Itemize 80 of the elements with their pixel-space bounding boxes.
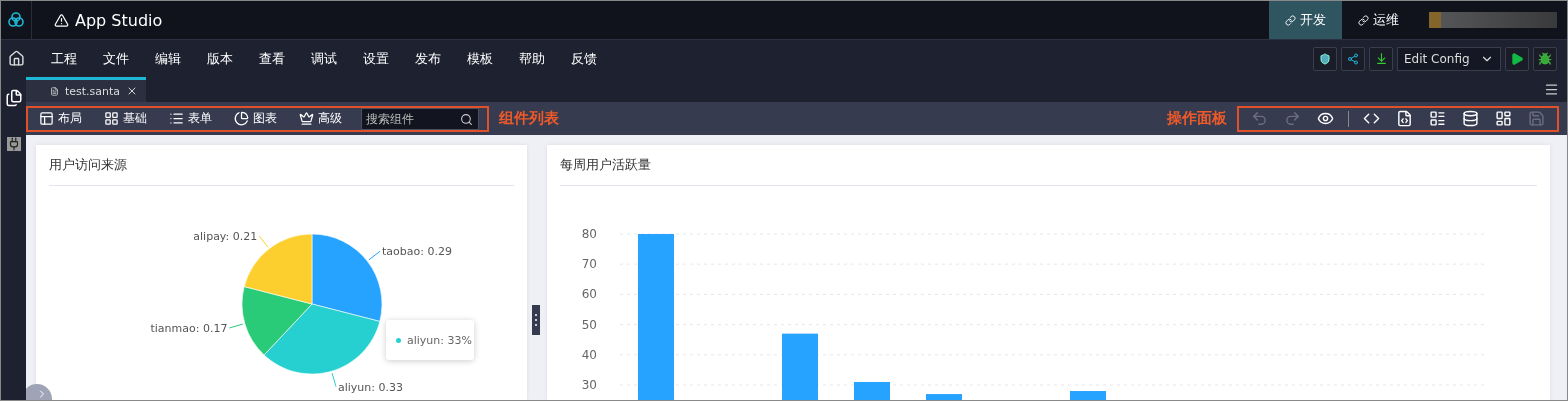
menu-item[interactable]: 反馈 bbox=[558, 43, 610, 74]
leader-line bbox=[331, 372, 337, 388]
component-category[interactable]: 图表 bbox=[223, 110, 288, 127]
layout-icon bbox=[39, 111, 54, 126]
share-button[interactable] bbox=[1341, 46, 1365, 71]
component-category[interactable]: 表单 bbox=[158, 110, 223, 127]
menu-item[interactable]: 设置 bbox=[350, 43, 402, 74]
file-icon bbox=[50, 86, 59, 96]
close-icon[interactable] bbox=[126, 85, 138, 97]
mode-tab[interactable]: 运维 bbox=[1342, 1, 1415, 39]
leader-line bbox=[228, 323, 244, 329]
axis-tick-label: 60 bbox=[581, 287, 597, 302]
slice-label: tianmao: 0.17 bbox=[150, 322, 228, 335]
preview-icon bbox=[1317, 110, 1334, 127]
search-icon[interactable] bbox=[460, 112, 473, 126]
slice-label: taobao: 0.29 bbox=[381, 245, 452, 259]
redo-icon bbox=[1284, 110, 1301, 127]
menu-item[interactable]: 编辑 bbox=[142, 43, 194, 74]
leader-line bbox=[258, 235, 269, 248]
css-icon bbox=[1396, 110, 1413, 127]
app-title: App Studio bbox=[75, 10, 163, 30]
basic-icon bbox=[104, 111, 119, 126]
layout-icon bbox=[1495, 110, 1512, 127]
axis-tick-label: 50 bbox=[581, 317, 597, 332]
share-icon bbox=[1347, 52, 1359, 65]
resize-handle[interactable] bbox=[532, 305, 540, 335]
menu-item[interactable]: 工程 bbox=[38, 43, 90, 74]
debug-button[interactable] bbox=[1533, 46, 1557, 71]
editor-tab[interactable]: test.santa bbox=[26, 77, 146, 102]
data-icon bbox=[1462, 110, 1479, 127]
shield-icon bbox=[1319, 52, 1331, 65]
plug-icon[interactable] bbox=[6, 137, 21, 151]
advanced-icon bbox=[299, 111, 314, 126]
link-icon bbox=[1285, 14, 1296, 26]
chart-icon bbox=[234, 111, 249, 126]
files-icon[interactable] bbox=[4, 89, 23, 107]
bar bbox=[854, 382, 890, 400]
undo-icon bbox=[1251, 110, 1268, 127]
link-icon bbox=[1358, 14, 1369, 26]
download-icon bbox=[1374, 52, 1388, 65]
axis-tick-label: 80 bbox=[581, 227, 597, 241]
bug-icon bbox=[1538, 51, 1552, 66]
download-button[interactable] bbox=[1369, 46, 1393, 71]
menu-item[interactable]: 帮助 bbox=[506, 43, 558, 74]
menu-icon[interactable] bbox=[1544, 82, 1559, 97]
slice-label: alipay: 0.21 bbox=[193, 230, 258, 244]
logo-icon bbox=[7, 11, 25, 29]
axis-tick-label: 40 bbox=[581, 347, 597, 362]
menu-item[interactable]: 文件 bbox=[90, 43, 142, 74]
card-title: 用户访问来源 bbox=[49, 145, 514, 186]
annotation-label: 操作面板 bbox=[1167, 109, 1227, 128]
bar bbox=[1070, 391, 1106, 400]
bar bbox=[782, 333, 818, 400]
annotation-label: 组件列表 bbox=[499, 109, 559, 128]
card-title: 每周用户活跃量 bbox=[560, 145, 1537, 186]
app-logo-icon bbox=[54, 12, 69, 28]
menu-item[interactable]: 查看 bbox=[246, 43, 298, 74]
bar bbox=[926, 394, 962, 400]
config-select[interactable]: Edit Config bbox=[1397, 46, 1501, 71]
mode-tab[interactable]: 开发 bbox=[1269, 1, 1342, 39]
axis-tick-label: 30 bbox=[581, 378, 597, 392]
menu-item[interactable]: 版本 bbox=[194, 43, 246, 74]
component-search-field[interactable]: 搜索组件 bbox=[361, 107, 479, 130]
component-category[interactable]: 布局 bbox=[28, 110, 93, 127]
form-icon bbox=[1429, 110, 1446, 127]
component-category[interactable]: 高级 bbox=[288, 110, 353, 127]
leader-line bbox=[368, 250, 381, 261]
axis-tick-label: 70 bbox=[581, 257, 597, 272]
form-icon bbox=[169, 111, 184, 126]
menu-item[interactable]: 发布 bbox=[402, 43, 454, 74]
run-button[interactable] bbox=[1505, 46, 1529, 71]
home-icon[interactable] bbox=[8, 50, 25, 67]
menu-item[interactable]: 模板 bbox=[454, 43, 506, 74]
save-icon bbox=[1528, 110, 1545, 127]
tooltip-text: aliyun: 33% bbox=[407, 333, 472, 347]
component-category[interactable]: 基础 bbox=[93, 110, 158, 127]
shield-button[interactable] bbox=[1313, 46, 1337, 71]
slice-label: aliyun: 0.33 bbox=[338, 380, 403, 394]
play-icon bbox=[1510, 51, 1524, 66]
menu-item[interactable]: 调试 bbox=[298, 43, 350, 74]
